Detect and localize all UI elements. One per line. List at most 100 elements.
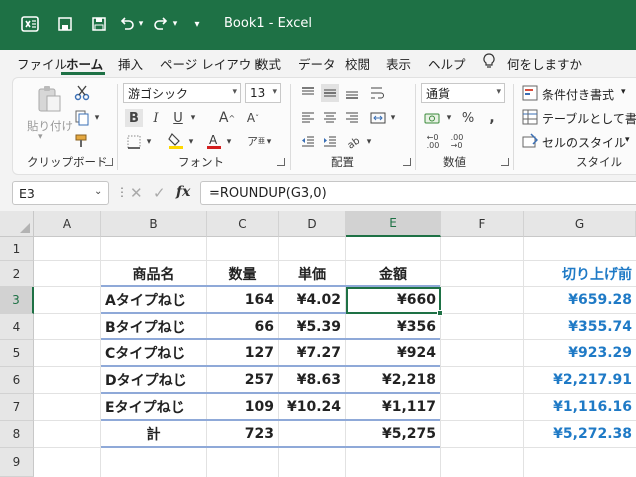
column-header-d[interactable]: D (279, 211, 346, 237)
align-bottom-icon[interactable] (343, 84, 361, 102)
font-color-icon[interactable]: A (205, 131, 223, 151)
bold-icon[interactable]: B (125, 109, 143, 127)
tab-page-layout[interactable]: ページ レイアウト (160, 54, 264, 73)
cell-b8[interactable]: 計 (101, 421, 206, 447)
cell-b4[interactable]: Bタイプねじ (101, 314, 206, 339)
row-header-1[interactable]: 1 (0, 237, 34, 261)
copy-icon[interactable] (73, 109, 91, 127)
cell-g5[interactable]: ¥923.29 (524, 340, 636, 366)
align-right-icon[interactable] (343, 109, 361, 127)
conditional-formatting-button[interactable]: 条件付き書式 (542, 86, 614, 103)
format-painter-icon[interactable] (73, 132, 91, 150)
conditional-formatting-icon[interactable] (521, 84, 539, 102)
phonetic-icon[interactable]: ア亜 (247, 131, 265, 151)
cell-c3[interactable]: 164 (207, 287, 278, 313)
tab-review[interactable]: 校閲 (345, 54, 370, 73)
tab-file[interactable]: ファイル (17, 54, 67, 73)
confirm-entry-icon[interactable]: ✓ (153, 184, 166, 202)
cell-e8[interactable]: ¥5,275 (346, 421, 440, 447)
cell-e6[interactable]: ¥2,218 (346, 367, 440, 393)
column-header-e[interactable]: E (346, 211, 441, 237)
worksheet-grid[interactable]: A B C D E F G 1 2 3 4 5 6 7 8 9 商品名 数量 単… (0, 211, 636, 477)
align-center-icon[interactable] (321, 109, 339, 127)
tab-help[interactable]: ヘルプ (428, 54, 466, 73)
select-all-corner[interactable] (0, 211, 34, 237)
tab-view[interactable]: 表示 (386, 54, 411, 73)
merge-center-icon[interactable] (369, 109, 387, 127)
orientation-dropdown-icon[interactable]: ▾ (365, 135, 373, 149)
orientation-icon[interactable]: ab (345, 133, 363, 151)
font-color-dropdown-icon[interactable]: ▾ (225, 135, 233, 149)
cell-d5[interactable]: ¥7.27 (279, 340, 345, 366)
accounting-dropdown-icon[interactable]: ▾ (445, 111, 453, 125)
paste-dropdown-icon[interactable]: ▾ (38, 132, 43, 142)
paste-icon[interactable] (33, 84, 65, 114)
undo-icon[interactable] (116, 10, 138, 38)
alignment-launcher-icon[interactable] (403, 158, 411, 166)
cell-e7[interactable]: ¥1,117 (346, 394, 440, 420)
cell-b5[interactable]: Cタイプねじ (101, 340, 206, 366)
cell-g8[interactable]: ¥5,272.38 (524, 421, 636, 447)
fill-handle[interactable] (437, 310, 443, 316)
row-header-8[interactable]: 8 (0, 421, 34, 448)
wrap-text-icon[interactable] (369, 84, 387, 102)
underline-dropdown-icon[interactable]: ▾ (189, 111, 197, 125)
cell-c2[interactable]: 数量 (207, 261, 278, 286)
tab-home[interactable]: ホーム (66, 54, 103, 73)
percent-style-icon[interactable]: % (459, 109, 477, 127)
column-header-f[interactable]: F (441, 211, 524, 237)
cell-b6[interactable]: Dタイプねじ (101, 367, 206, 393)
cell-d7[interactable]: ¥10.24 (279, 394, 345, 420)
row-header-5[interactable]: 5 (0, 340, 34, 367)
increase-decimal-icon[interactable]: ←0.00 (423, 133, 443, 151)
cell-styles-dropdown-icon[interactable]: ▾ (625, 135, 630, 145)
number-format-dropdown[interactable]: 通貨 ▾ (421, 83, 505, 103)
borders-dropdown-icon[interactable]: ▾ (145, 135, 153, 149)
cell-g3[interactable]: ¥659.28 (524, 287, 636, 313)
align-left-icon[interactable] (299, 109, 317, 127)
italic-icon[interactable]: I (147, 109, 165, 127)
decrease-indent-icon[interactable] (299, 133, 317, 151)
cell-d2[interactable]: 単価 (279, 261, 345, 286)
column-header-c[interactable]: C (207, 211, 279, 237)
align-middle-icon[interactable] (321, 84, 339, 102)
font-launcher-icon[interactable] (277, 158, 285, 166)
save-icon[interactable] (88, 10, 110, 38)
column-header-a[interactable]: A (34, 211, 101, 237)
cell-styles-icon[interactable] (521, 132, 539, 150)
cell-g2[interactable]: 切り上げ前 (524, 261, 636, 286)
undo-dropdown-icon[interactable]: ▾ (136, 10, 146, 38)
decrease-font-icon[interactable]: Aˇ (243, 109, 263, 127)
decrease-decimal-icon[interactable]: .00 →0 (447, 133, 467, 151)
format-as-table-icon[interactable] (521, 108, 539, 126)
cell-c7[interactable]: 109 (207, 394, 278, 420)
column-header-b[interactable]: B (101, 211, 207, 237)
row-header-2[interactable]: 2 (0, 261, 34, 287)
formula-input[interactable]: =ROUNDUP(G3,0) (200, 181, 636, 205)
number-launcher-icon[interactable] (501, 158, 509, 166)
merge-dropdown-icon[interactable]: ▾ (389, 111, 397, 125)
redo-dropdown-icon[interactable]: ▾ (170, 10, 180, 38)
column-header-g[interactable]: G (524, 211, 636, 237)
cell-d3[interactable]: ¥4.02 (279, 287, 345, 313)
clipboard-launcher-icon[interactable] (105, 158, 113, 166)
fill-color-dropdown-icon[interactable]: ▾ (187, 135, 195, 149)
cell-b2[interactable]: 商品名 (101, 261, 206, 286)
font-size-dropdown[interactable]: 13 ▾ (245, 83, 281, 103)
cell-c5[interactable]: 127 (207, 340, 278, 366)
tab-formulas[interactable]: 数式 (256, 54, 281, 73)
cell-d4[interactable]: ¥5.39 (279, 314, 345, 339)
comma-style-icon[interactable]: , (483, 109, 501, 127)
borders-icon[interactable] (125, 133, 143, 151)
tab-data[interactable]: データ (298, 54, 336, 73)
customize-toolbar-icon[interactable]: ▾ (190, 10, 204, 38)
tab-insert[interactable]: 挿入 (118, 54, 143, 73)
cell-c6[interactable]: 257 (207, 367, 278, 393)
insert-function-icon[interactable]: fx (176, 184, 190, 200)
increase-indent-icon[interactable] (321, 133, 339, 151)
align-top-icon[interactable] (299, 84, 317, 102)
accounting-format-icon[interactable] (423, 109, 443, 127)
cell-g6[interactable]: ¥2,217.91 (524, 367, 636, 393)
cell-c4[interactable]: 66 (207, 314, 278, 339)
cell-e5[interactable]: ¥924 (346, 340, 440, 366)
